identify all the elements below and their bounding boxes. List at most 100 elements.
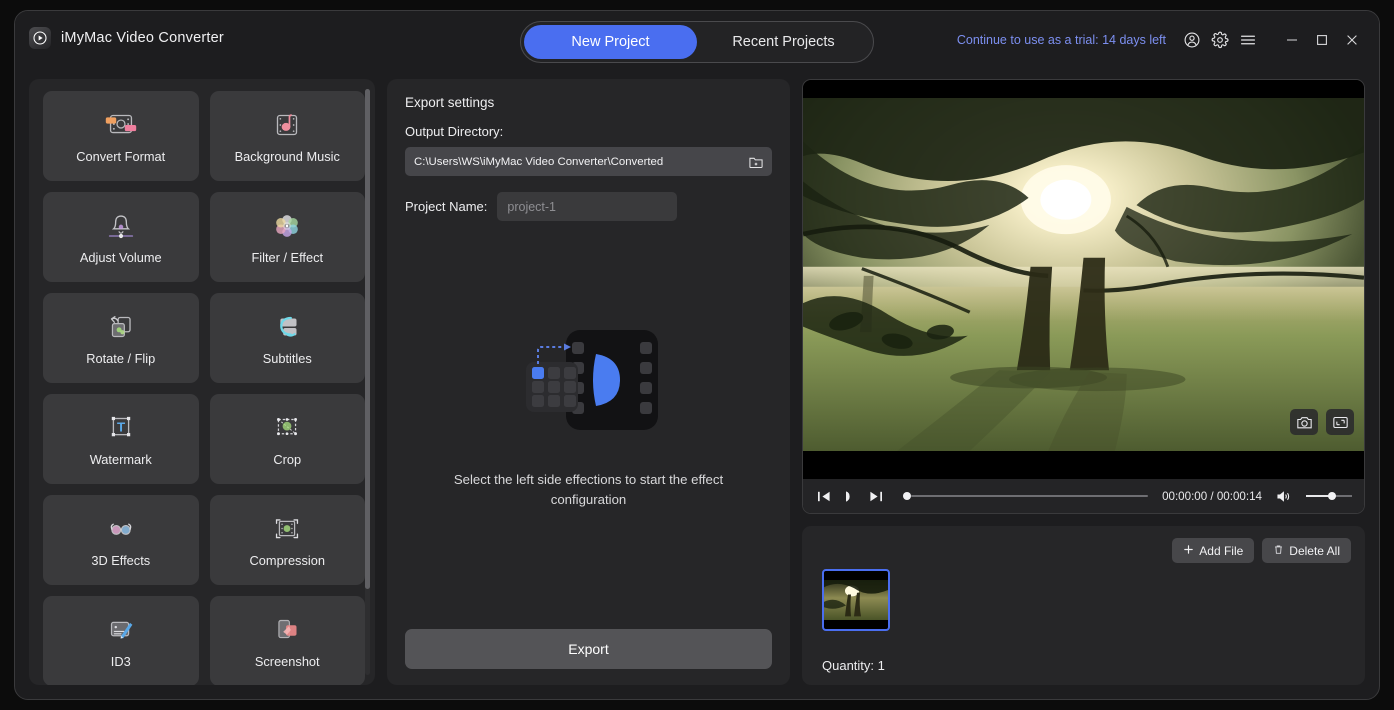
fullscreen-icon[interactable] bbox=[1326, 409, 1354, 435]
titlebar-right-controls: Continue to use as a trial: 14 days left bbox=[957, 27, 1367, 53]
thumbnail-image bbox=[824, 580, 888, 620]
project-name-row: Project Name: bbox=[405, 192, 772, 221]
video-frame-image bbox=[803, 98, 1364, 451]
rotate-flip-icon bbox=[102, 310, 140, 344]
adjust-volume-icon bbox=[102, 209, 140, 243]
output-directory-label: Output Directory: bbox=[405, 124, 504, 139]
tool-label: Adjust Volume bbox=[79, 250, 162, 265]
tab-new-project[interactable]: New Project bbox=[524, 25, 697, 59]
volume-icon[interactable] bbox=[1276, 488, 1292, 504]
file-list-panel: Add File Delete All Quantity: 1 bbox=[802, 526, 1365, 685]
tools-grid: Convert Format Background Music Adjust V… bbox=[43, 91, 365, 685]
convert-format-icon bbox=[102, 108, 140, 142]
tab-recent-projects[interactable]: Recent Projects bbox=[697, 25, 870, 59]
project-tabs: New Project Recent Projects bbox=[520, 21, 874, 63]
preview-overlay-buttons bbox=[1290, 409, 1354, 435]
tool-screenshot[interactable]: Screenshot bbox=[209, 596, 365, 685]
volume-handle[interactable] bbox=[1328, 492, 1336, 500]
player-controls: 00:00:00 / 00:00:14 bbox=[803, 479, 1364, 513]
file-quantity-label: Quantity: 1 bbox=[822, 658, 885, 673]
tool-id3[interactable]: ID3 bbox=[43, 596, 199, 685]
close-button[interactable] bbox=[1337, 27, 1367, 53]
background-music-icon bbox=[268, 108, 306, 142]
tool-subtitles[interactable]: Subtitles bbox=[209, 293, 365, 383]
tool-label: Watermark bbox=[89, 452, 152, 467]
tool-label: Compression bbox=[249, 553, 325, 568]
tools-sidebar: Convert Format Background Music Adjust V… bbox=[29, 79, 375, 685]
effects-placeholder-text: Select the left side effections to start… bbox=[453, 472, 724, 507]
file-action-buttons: Add File Delete All bbox=[1172, 538, 1351, 563]
app-brand: iMyMac Video Converter bbox=[29, 27, 224, 49]
delete-all-label: Delete All bbox=[1289, 543, 1340, 558]
folder-browse-icon[interactable] bbox=[746, 152, 766, 172]
tool-adjust-volume[interactable]: Adjust Volume bbox=[43, 192, 199, 282]
tool-label: Convert Format bbox=[76, 149, 166, 164]
app-title: iMyMac Video Converter bbox=[61, 30, 224, 46]
tool-crop[interactable]: Crop bbox=[209, 394, 365, 484]
tool-3d-effects[interactable]: 3D Effects bbox=[43, 495, 199, 585]
title-bar: iMyMac Video Converter New Project Recen… bbox=[15, 11, 1379, 69]
app-window: iMyMac Video Converter New Project Recen… bbox=[14, 10, 1380, 700]
tool-filter-effect[interactable]: Filter / Effect bbox=[209, 192, 365, 282]
effects-placeholder-illustration-icon bbox=[504, 322, 674, 448]
skip-next-icon[interactable] bbox=[867, 487, 885, 505]
add-file-button[interactable]: Add File bbox=[1172, 538, 1255, 563]
watermark-icon: T bbox=[102, 411, 140, 445]
gear-icon[interactable] bbox=[1207, 27, 1233, 53]
tool-label: Background Music bbox=[234, 149, 340, 164]
tool-label: ID3 bbox=[110, 654, 131, 669]
seek-track bbox=[911, 495, 1149, 497]
delete-all-button[interactable]: Delete All bbox=[1262, 538, 1351, 563]
svg-text:T: T bbox=[117, 419, 125, 434]
tool-label: Crop bbox=[273, 452, 302, 467]
play-circle-logo-icon bbox=[29, 27, 51, 49]
tool-rotate-flip[interactable]: Rotate / Flip bbox=[43, 293, 199, 383]
trash-icon bbox=[1273, 544, 1284, 558]
file-thumbnails bbox=[822, 569, 890, 631]
tool-label: Filter / Effect bbox=[251, 250, 324, 265]
tool-label: Subtitles bbox=[262, 351, 312, 366]
tool-label: 3D Effects bbox=[91, 553, 151, 568]
tool-compression[interactable]: Compression bbox=[209, 495, 365, 585]
tool-label: Screenshot bbox=[254, 654, 320, 669]
seek-handle[interactable] bbox=[903, 492, 911, 500]
maximize-button[interactable] bbox=[1307, 27, 1337, 53]
sidebar-scrollbar-thumb[interactable] bbox=[365, 89, 370, 589]
minimize-button[interactable] bbox=[1277, 27, 1307, 53]
sidebar-scrollbar[interactable] bbox=[365, 89, 370, 675]
time-display: 00:00:00 / 00:00:14 bbox=[1162, 489, 1262, 503]
video-display[interactable] bbox=[803, 80, 1364, 479]
3d-effects-icon bbox=[102, 512, 140, 546]
preview-and-files: 00:00:00 / 00:00:14 Add File Delete All … bbox=[802, 79, 1365, 685]
hamburger-menu-icon[interactable] bbox=[1235, 27, 1261, 53]
project-name-input[interactable] bbox=[497, 192, 678, 221]
export-button[interactable]: Export bbox=[405, 629, 772, 669]
add-file-label: Add File bbox=[1199, 543, 1244, 558]
export-settings-panel: Export settings Output Directory: C:\Use… bbox=[387, 79, 790, 685]
plus-icon bbox=[1183, 544, 1194, 558]
main-body: Convert Format Background Music Adjust V… bbox=[15, 69, 1379, 699]
tool-label: Rotate / Flip bbox=[86, 351, 156, 366]
trial-status-link[interactable]: Continue to use as a trial: 14 days left bbox=[957, 33, 1166, 47]
compression-icon bbox=[268, 512, 306, 546]
crop-icon bbox=[268, 411, 306, 445]
camera-snapshot-icon[interactable] bbox=[1290, 409, 1318, 435]
output-directory-value: C:\Users\WS\iMyMac Video Converter\Conve… bbox=[414, 155, 664, 168]
project-name-label: Project Name: bbox=[405, 199, 488, 214]
account-circle-icon[interactable] bbox=[1179, 27, 1205, 53]
file-thumbnail-item[interactable] bbox=[822, 569, 890, 631]
play-icon[interactable] bbox=[841, 487, 859, 505]
volume-slider[interactable] bbox=[1306, 490, 1352, 502]
effects-placeholder: Select the left side effections to start… bbox=[405, 221, 772, 629]
seek-slider[interactable] bbox=[903, 489, 1149, 503]
export-settings-title: Export settings bbox=[405, 95, 495, 110]
video-preview-card: 00:00:00 / 00:00:14 bbox=[802, 79, 1365, 514]
id3-icon bbox=[102, 613, 140, 647]
tool-watermark[interactable]: T Watermark bbox=[43, 394, 199, 484]
tool-background-music[interactable]: Background Music bbox=[209, 91, 365, 181]
tool-convert-format[interactable]: Convert Format bbox=[43, 91, 199, 181]
screenshot-icon bbox=[268, 613, 306, 647]
skip-previous-icon[interactable] bbox=[815, 487, 833, 505]
subtitles-icon bbox=[268, 310, 306, 344]
output-directory-field[interactable]: C:\Users\WS\iMyMac Video Converter\Conve… bbox=[405, 147, 772, 176]
